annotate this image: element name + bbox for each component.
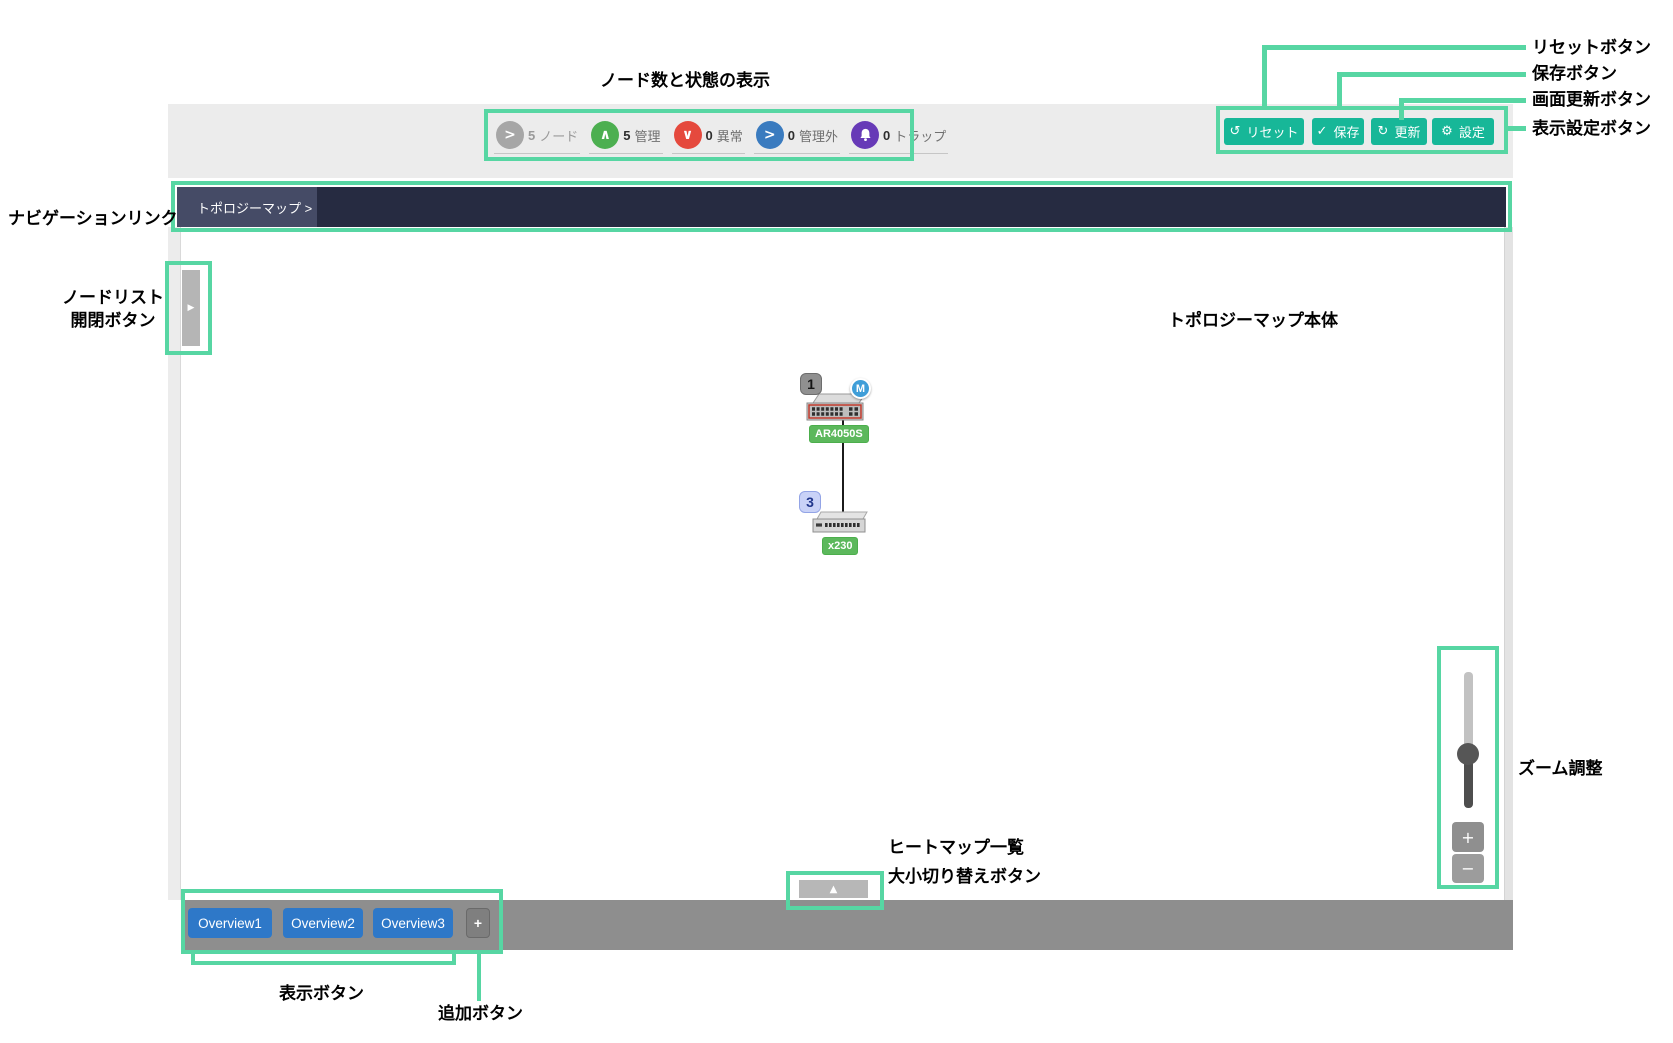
badge-count: 0 bbox=[788, 128, 795, 143]
screenshot-root: ネットワークマップ > 5 ノード ∧ 5 管理 ∨ 0 異常 > 0 管理外 … bbox=[0, 0, 1673, 1043]
node-switch-x230[interactable] bbox=[812, 509, 868, 540]
heatmap-size-toggle-button[interactable]: ▲ bbox=[797, 878, 870, 900]
badge-count: 5 bbox=[623, 128, 630, 143]
badge-label: ノード bbox=[539, 126, 578, 145]
badge-label: 異常 bbox=[717, 126, 743, 145]
triangle-right-icon: ▶ bbox=[188, 303, 195, 313]
zoom-slider-thumb[interactable] bbox=[1457, 743, 1479, 765]
device-model-label: AR4050S bbox=[809, 425, 869, 443]
badge-label: 管理外 bbox=[799, 126, 838, 145]
chevron-up-icon: ∧ bbox=[591, 121, 619, 149]
status-badge-managed[interactable]: ∧ 5 管理 bbox=[589, 121, 662, 154]
save-button-label: 保存 bbox=[1333, 122, 1359, 141]
badge-label: 管理 bbox=[634, 126, 660, 145]
annotation-node-status: ノード数と状態の表示 bbox=[600, 70, 770, 92]
annotation-settings-button: 表示設定ボタン bbox=[1532, 118, 1651, 140]
annotation-heatmap-line1: ヒートマップ一覧 bbox=[888, 837, 1024, 859]
left-panel-strip bbox=[168, 227, 181, 900]
overview2-button[interactable]: Overview2 bbox=[283, 908, 363, 938]
badge-count: 5 bbox=[528, 128, 535, 143]
nodelist-toggle-button[interactable]: ▶ bbox=[182, 270, 200, 346]
node-number-badge: 1 bbox=[800, 373, 822, 395]
annotation-map-body: トポロジーマップ本体 bbox=[1168, 310, 1338, 332]
badge-label: トラップ bbox=[894, 126, 946, 145]
status-badge-row: > 5 ノード ∧ 5 管理 ∨ 0 異常 > 0 管理外 0 トラップ bbox=[494, 121, 948, 154]
right-panel-strip bbox=[1504, 227, 1513, 900]
annotation-nodelist-toggle: ノードリスト 開閉ボタン bbox=[58, 287, 168, 333]
annotation-reset-button: リセットボタン bbox=[1532, 37, 1651, 59]
annotation-line bbox=[191, 961, 456, 965]
gear-icon: ⚙ bbox=[1441, 125, 1453, 138]
node-number-badge: 3 bbox=[799, 491, 821, 513]
annotation-line bbox=[1337, 72, 1526, 77]
annotation-line bbox=[1337, 72, 1342, 110]
annotation-nodelist-line1: ノードリスト bbox=[58, 287, 168, 310]
check-icon: ✓ bbox=[1317, 125, 1328, 138]
refresh-button-label: 更新 bbox=[1394, 122, 1420, 141]
breadcrumb-topology-map[interactable]: トポロジーマップ > bbox=[177, 187, 317, 227]
annotation-line bbox=[1262, 45, 1526, 50]
chevron-right-icon: > bbox=[756, 121, 784, 149]
reset-button-label: リセット bbox=[1246, 122, 1298, 141]
overview3-button[interactable]: Overview3 bbox=[373, 908, 453, 938]
annotation-line bbox=[1399, 98, 1526, 103]
switch-icon bbox=[812, 509, 868, 535]
overview1-button[interactable]: Overview1 bbox=[188, 908, 272, 938]
annotation-navigation-link: ナビゲーションリンク bbox=[8, 208, 168, 230]
annotation-line bbox=[1262, 45, 1267, 110]
badge-count: 0 bbox=[883, 128, 890, 143]
annotation-zoom: ズーム調整 bbox=[1518, 758, 1603, 780]
status-badge-trap[interactable]: 0 トラップ bbox=[849, 121, 948, 154]
navigation-bar: トポロジーマップ > bbox=[177, 187, 1506, 227]
annotation-nodelist-line2: 開閉ボタン bbox=[58, 310, 168, 333]
triangle-up-icon: ▲ bbox=[830, 884, 838, 895]
chevron-down-icon: ∨ bbox=[674, 121, 702, 149]
bell-icon bbox=[851, 121, 879, 149]
zoom-in-button[interactable]: + bbox=[1452, 822, 1484, 852]
badge-count: 0 bbox=[706, 128, 713, 143]
device-model-label: x230 bbox=[822, 537, 858, 555]
chevron-right-icon: > bbox=[496, 121, 524, 149]
settings-button-label: 設定 bbox=[1459, 122, 1485, 141]
refresh-icon: ↻ bbox=[1378, 125, 1389, 138]
add-overview-button[interactable]: + bbox=[466, 908, 490, 938]
annotation-save-button: 保存ボタン bbox=[1532, 63, 1617, 85]
zoom-out-button[interactable]: − bbox=[1452, 854, 1484, 883]
managed-status-badge: M bbox=[850, 378, 871, 399]
status-badge-abnormal[interactable]: ∨ 0 異常 bbox=[672, 121, 745, 154]
status-badge-nodes[interactable]: > 5 ノード bbox=[494, 121, 580, 154]
settings-button[interactable]: ⚙ 設定 bbox=[1432, 118, 1494, 145]
annotation-refresh-button: 画面更新ボタン bbox=[1532, 89, 1651, 111]
annotation-display-buttons: 表示ボタン bbox=[279, 983, 364, 1005]
reset-button[interactable]: ↺ リセット bbox=[1224, 118, 1304, 145]
history-icon: ↺ bbox=[1230, 125, 1241, 138]
status-badge-unmanaged[interactable]: > 0 管理外 bbox=[754, 121, 840, 154]
save-button[interactable]: ✓ 保存 bbox=[1312, 118, 1364, 145]
annotation-heatmap-line2: 大小切り替えボタン bbox=[888, 866, 1041, 888]
annotation-line bbox=[477, 951, 481, 1001]
annotation-line bbox=[1505, 126, 1526, 131]
annotation-add-button: 追加ボタン bbox=[438, 1003, 523, 1025]
refresh-button[interactable]: ↻ 更新 bbox=[1371, 118, 1427, 145]
